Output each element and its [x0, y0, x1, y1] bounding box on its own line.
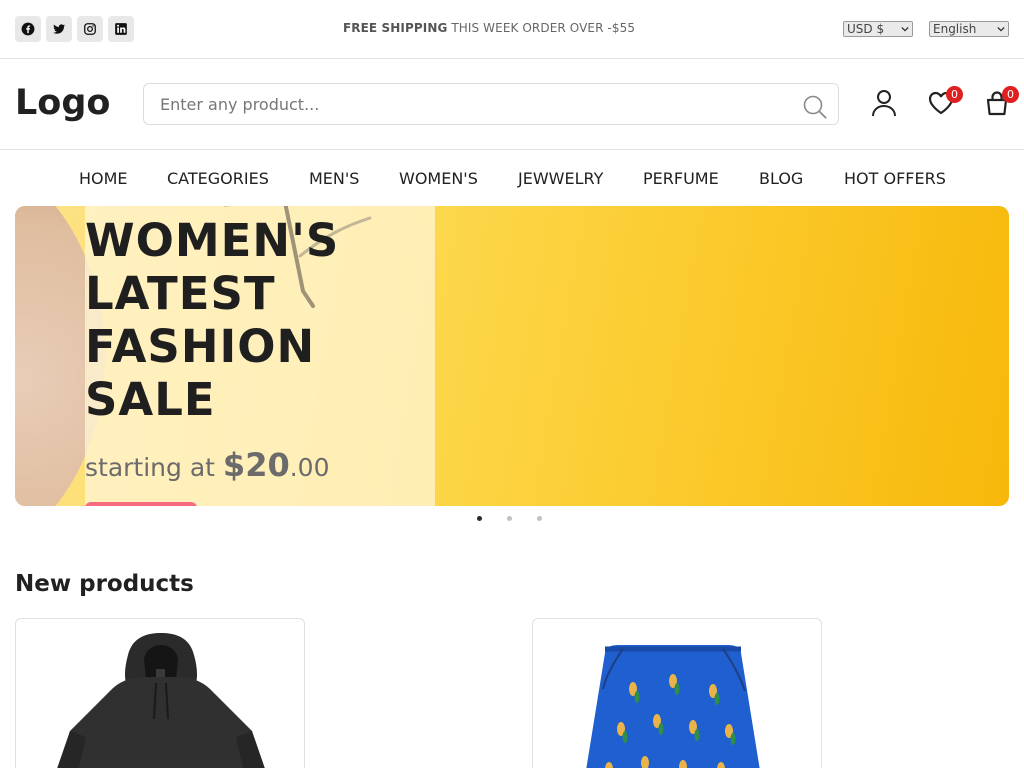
currency-value: USD $ — [847, 22, 885, 36]
twitter-icon — [53, 24, 66, 34]
language-value: English — [933, 22, 977, 36]
user-icon — [872, 90, 896, 117]
linkedin-link[interactable] — [108, 16, 134, 42]
shipping-detail: THIS WEEK ORDER OVER -$55 — [451, 21, 636, 35]
section-title: New products — [15, 571, 194, 597]
nav-mens[interactable]: MEN'S — [309, 169, 359, 188]
instagram-icon — [84, 23, 96, 35]
site-logo[interactable]: Logo — [15, 83, 110, 123]
wishlist-count-badge: 0 — [946, 86, 963, 103]
shop-now-button[interactable] — [85, 502, 197, 506]
carousel-dot-1[interactable] — [477, 516, 482, 521]
linkedin-icon — [115, 23, 127, 35]
nav-blog[interactable]: BLOG — [759, 169, 803, 188]
carousel-dot-3[interactable] — [537, 516, 542, 521]
nav-perfume[interactable]: PERFUME — [643, 169, 719, 188]
price-cents: .00 — [289, 453, 330, 482]
price-prefix: starting at — [85, 453, 215, 482]
top-bar: FREE SHIPPING THIS WEEK ORDER OVER -$55 … — [0, 0, 1024, 59]
banner-title: WOMEN'S LATEST FASHION SALE — [85, 214, 340, 426]
nav-womens[interactable]: WOMEN'S — [399, 169, 478, 188]
language-select[interactable]: English — [929, 21, 1009, 37]
nav-jewelry[interactable]: JEWWELRY — [518, 169, 603, 188]
nav-hot-offers[interactable]: HOT OFFERS — [844, 169, 946, 188]
cart-count-badge: 0 — [1002, 86, 1019, 103]
facebook-icon — [21, 22, 35, 36]
account-button[interactable] — [871, 89, 897, 117]
cart-button[interactable]: 0 — [984, 86, 1019, 117]
product-image-skirt — [586, 645, 760, 768]
chevron-down-icon — [997, 26, 1005, 32]
price-amount: $20 — [222, 446, 290, 484]
currency-select[interactable]: USD $ — [843, 21, 913, 37]
product-card[interactable] — [532, 618, 822, 768]
main-header: Logo 0 0 — [0, 59, 1024, 150]
hero-banner[interactable]: WOMEN'S LATEST FASHION SALE starting at … — [15, 206, 1009, 506]
instagram-link[interactable] — [77, 16, 103, 42]
search-input[interactable] — [144, 84, 838, 124]
chevron-down-icon — [901, 26, 909, 32]
social-links — [15, 16, 134, 42]
product-card[interactable] — [15, 618, 305, 768]
banner-price: starting at $20.00 — [85, 446, 329, 484]
main-nav: HOME CATEGORIES MEN'S WOMEN'S JEWWELRY P… — [0, 150, 1024, 206]
search-box — [143, 83, 839, 125]
nav-categories[interactable]: CATEGORIES — [167, 169, 269, 188]
shipping-banner-text: FREE SHIPPING THIS WEEK ORDER OVER -$55 — [343, 21, 635, 35]
product-image-hoodie — [57, 633, 265, 768]
carousel-dot-2[interactable] — [507, 516, 512, 521]
shipping-bold: FREE SHIPPING — [343, 21, 448, 35]
facebook-link[interactable] — [15, 16, 41, 42]
carousel-dots — [477, 516, 542, 521]
nav-home[interactable]: HOME — [79, 169, 128, 188]
twitter-link[interactable] — [46, 16, 72, 42]
wishlist-button[interactable]: 0 — [928, 86, 963, 117]
search-icon[interactable] — [802, 94, 828, 120]
